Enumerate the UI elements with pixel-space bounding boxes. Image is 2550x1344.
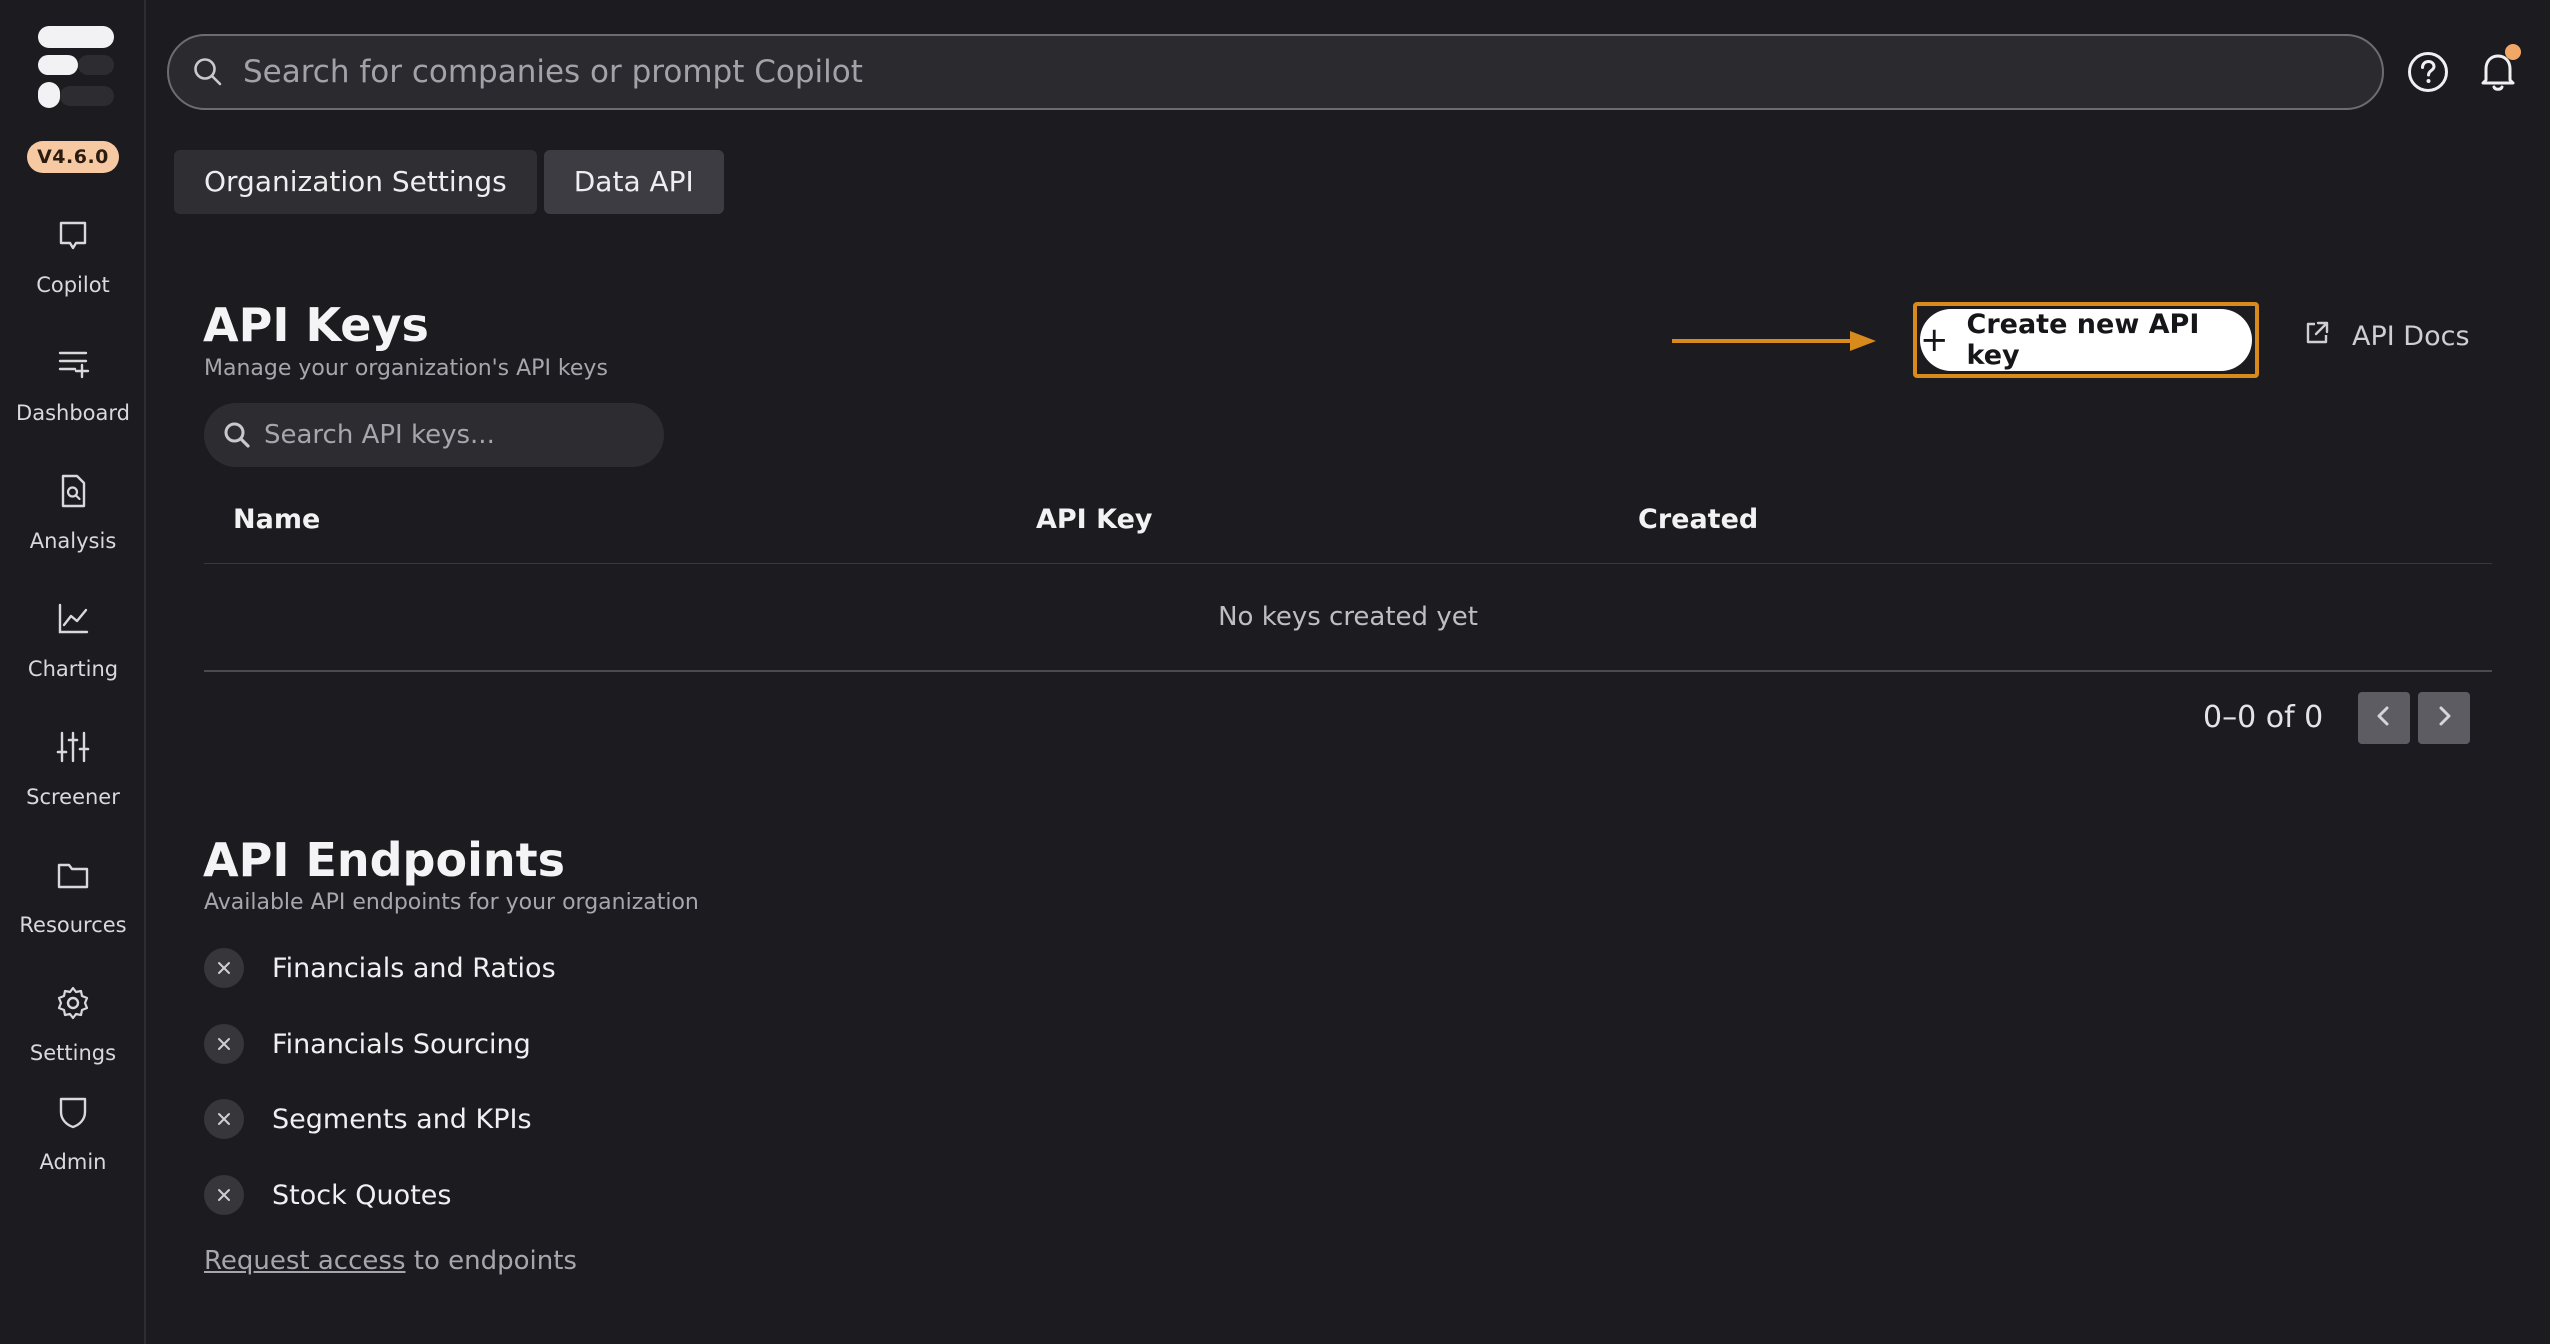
sidebar-item-charting[interactable]: Charting [0,599,146,709]
sidebar-item-admin[interactable]: Admin [0,1092,146,1202]
endpoint-item: Stock Quotes [204,1175,451,1215]
sidebar-item-copilot[interactable]: Copilot [0,215,146,325]
api-endpoints-title: API Endpoints [203,833,565,887]
endpoint-label: Financials Sourcing [272,1028,531,1060]
request-access-line: Request access to endpoints [204,1246,577,1276]
shield-icon [53,1092,93,1132]
chevron-right-icon [2430,702,2458,734]
sidebar-item-resources[interactable]: Resources [0,855,146,965]
endpoint-item: Segments and KPIs [204,1099,532,1139]
sidebar-item-settings[interactable]: Settings [0,983,146,1093]
sidebar-item-dashboard[interactable]: Dashboard [0,343,146,453]
close-icon[interactable] [204,1099,244,1139]
column-header-created[interactable]: Created [1638,504,1758,535]
create-api-key-label: Create new API key [1966,309,2200,371]
folder-icon [53,855,93,895]
api-endpoints-subtitle: Available API endpoints for your organiz… [204,890,699,915]
api-docs-link[interactable]: API Docs [2304,320,2470,353]
list-add-icon [53,343,93,383]
close-icon[interactable] [204,1175,244,1215]
close-icon[interactable] [204,1024,244,1064]
pagination-status: 0–0 of 0 [2203,700,2324,735]
app-logo[interactable] [36,24,118,110]
chat-bubble-icon [53,215,93,255]
chevron-left-icon [2370,702,2398,734]
endpoint-item: Financials Sourcing [204,1024,531,1064]
column-header-api-key[interactable]: API Key [1036,504,1153,535]
sidebar-item-screener[interactable]: Screener [0,727,146,837]
line-chart-icon [53,599,93,639]
gear-icon [53,983,93,1023]
settings-tabs: Organization Settings Data API [174,150,724,214]
version-badge: V4.6.0 [27,141,119,173]
search-icon [222,420,252,450]
notification-badge [2505,44,2521,60]
annotation-arrow-icon [1672,331,1876,351]
endpoint-label: Stock Quotes [272,1179,452,1211]
endpoint-label: Financials and Ratios [272,952,556,984]
sidebar-item-label: Settings [29,1041,117,1065]
request-access-suffix: to endpoints [405,1246,577,1276]
sidebar-item-label: Dashboard [16,401,130,425]
create-api-key-button[interactable]: + Create new API key [1920,309,2252,371]
global-search-bar[interactable] [167,34,2384,110]
api-keys-subtitle: Manage your organization's API keys [204,356,608,381]
plus-icon: + [1920,320,1949,360]
app-root: V4.6.0 Copilot Dashboard Analysis Charti… [0,0,2550,1344]
search-icon [191,55,225,89]
sidebar-item-label: Charting [27,657,119,681]
close-icon[interactable] [204,948,244,988]
empty-state-message: No keys created yet [204,564,2492,672]
sidebar-item-label: Resources [19,913,127,937]
sidebar-item-label: Screener [26,785,120,809]
sliders-icon [53,727,93,767]
document-search-icon [53,471,93,511]
global-search-input[interactable] [243,42,2382,102]
endpoint-label: Segments and KPIs [272,1103,532,1135]
api-docs-label: API Docs [2352,321,2470,352]
sidebar: V4.6.0 Copilot Dashboard Analysis Charti… [0,0,146,1344]
api-key-search-input[interactable] [264,410,664,460]
next-page-button[interactable] [2418,692,2470,744]
endpoint-item: Financials and Ratios [204,948,556,988]
tab-data-api[interactable]: Data API [543,150,724,214]
external-link-icon [2304,320,2330,353]
api-key-search[interactable] [204,403,664,467]
api-keys-title: API Keys [203,298,429,352]
previous-page-button[interactable] [2358,692,2410,744]
sidebar-item-label: Analysis [29,529,117,553]
request-access-link[interactable]: Request access [204,1246,406,1276]
tab-organization-settings[interactable]: Organization Settings [174,150,537,214]
column-header-name[interactable]: Name [233,504,320,535]
api-keys-table: Name API Key Created No keys created yet [204,490,2492,672]
help-icon[interactable] [2406,50,2450,94]
table-header: Name API Key Created [204,490,2492,564]
sidebar-item-analysis[interactable]: Analysis [0,471,146,581]
sidebar-item-label: Copilot [36,273,110,297]
sidebar-item-label: Admin [39,1150,107,1174]
